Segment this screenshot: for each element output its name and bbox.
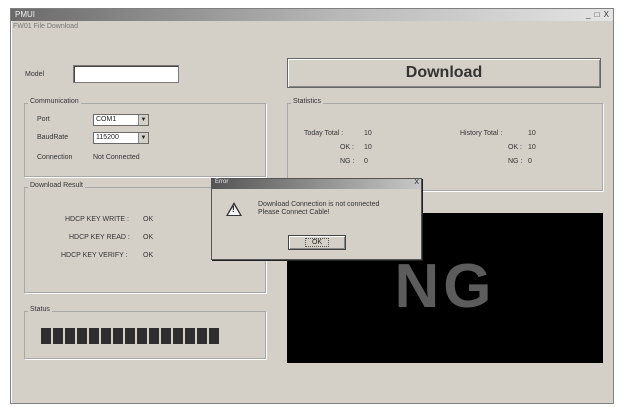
progress-segment xyxy=(65,328,75,344)
history-ng-value: 0 xyxy=(528,158,532,165)
history-total-label: History Total : xyxy=(460,130,503,137)
chevron-down-icon[interactable]: ▼ xyxy=(138,133,148,143)
progress-segment xyxy=(101,328,111,344)
history-ng-label: NG : xyxy=(508,158,523,165)
download-button-label: Download xyxy=(405,64,483,81)
history-total-value: 10 xyxy=(528,130,536,137)
progress-segment xyxy=(197,328,207,344)
close-icon[interactable]: X xyxy=(414,179,419,186)
port-label: Port xyxy=(37,116,50,123)
warning-icon: ! xyxy=(226,202,242,216)
port-value: COM1 xyxy=(96,116,117,123)
result-text: NG xyxy=(394,252,496,321)
menu-bar[interactable]: FW01 File Download xyxy=(13,23,78,30)
download-result-title: Download Result xyxy=(28,182,85,189)
dialog-message-line2: Please Connect Cable! xyxy=(258,209,330,216)
dialog-message: Download Connection is not connected Ple… xyxy=(258,201,379,217)
baud-value: 115200 xyxy=(96,134,119,141)
window-controls[interactable]: _ □ X xyxy=(586,10,610,19)
today-ng-label: NG : xyxy=(340,158,355,165)
title-bar[interactable]: PMUI _ □ X xyxy=(11,9,613,21)
today-total-label: Today Total : xyxy=(304,130,344,137)
hdcp-write-label: HDCP KEY WRITE : xyxy=(65,216,129,223)
hdcp-read-label: HDCP KEY READ : xyxy=(69,234,130,241)
port-select[interactable]: COM1 ▼ xyxy=(93,114,149,126)
progress-segment xyxy=(209,328,219,344)
progress-segment xyxy=(125,328,135,344)
connection-status: Not Connected xyxy=(93,154,140,161)
hdcp-write-value: OK xyxy=(143,216,154,223)
progress-segment xyxy=(137,328,147,344)
baud-select[interactable]: 115200 ▼ xyxy=(93,132,149,144)
progress-segment xyxy=(161,328,171,344)
dialog-message-line1: Download Connection is not connected xyxy=(258,201,380,208)
history-ok-value: 10 xyxy=(528,144,536,151)
progress-segment xyxy=(41,328,51,344)
progress-segment xyxy=(77,328,87,344)
communication-group: Communication Port COM1 ▼ BaudRate 11520… xyxy=(24,98,266,177)
baud-label: BaudRate xyxy=(37,134,69,141)
window-title: PMUI xyxy=(15,10,35,19)
model-label: Model xyxy=(25,71,45,78)
error-dialog: Error X ! Download Connection is not con… xyxy=(211,178,422,260)
dialog-title: Error xyxy=(215,179,229,185)
progress-segment xyxy=(113,328,123,344)
ok-button-label: OK xyxy=(304,238,330,247)
today-total-value: 10 xyxy=(364,130,372,137)
today-ok-value: 10 xyxy=(364,144,372,151)
status-progress-bar xyxy=(41,328,219,344)
hdcp-verify-label: HDCP KEY VERIFY : xyxy=(61,252,128,259)
hdcp-verify-value: OK xyxy=(143,252,154,259)
communication-title: Communication xyxy=(28,98,81,105)
status-title: Status xyxy=(28,306,52,313)
today-ng-value: 0 xyxy=(364,158,368,165)
hdcp-read-value: OK xyxy=(143,234,154,241)
progress-segment xyxy=(185,328,195,344)
progress-segment xyxy=(149,328,159,344)
today-ok-label: OK : xyxy=(340,144,355,151)
progress-segment xyxy=(173,328,183,344)
download-button[interactable]: Download xyxy=(287,58,601,88)
history-ok-label: OK : xyxy=(508,144,523,151)
model-input[interactable] xyxy=(73,65,179,83)
connection-label: Connection xyxy=(37,154,73,161)
progress-segment xyxy=(89,328,99,344)
chevron-down-icon[interactable]: ▼ xyxy=(138,115,148,125)
statistics-title: Statistics xyxy=(291,98,324,105)
dialog-title-bar[interactable]: Error X xyxy=(212,179,421,189)
status-group: Status xyxy=(24,306,266,359)
ok-button[interactable]: OK xyxy=(288,235,346,250)
progress-segment xyxy=(53,328,63,344)
